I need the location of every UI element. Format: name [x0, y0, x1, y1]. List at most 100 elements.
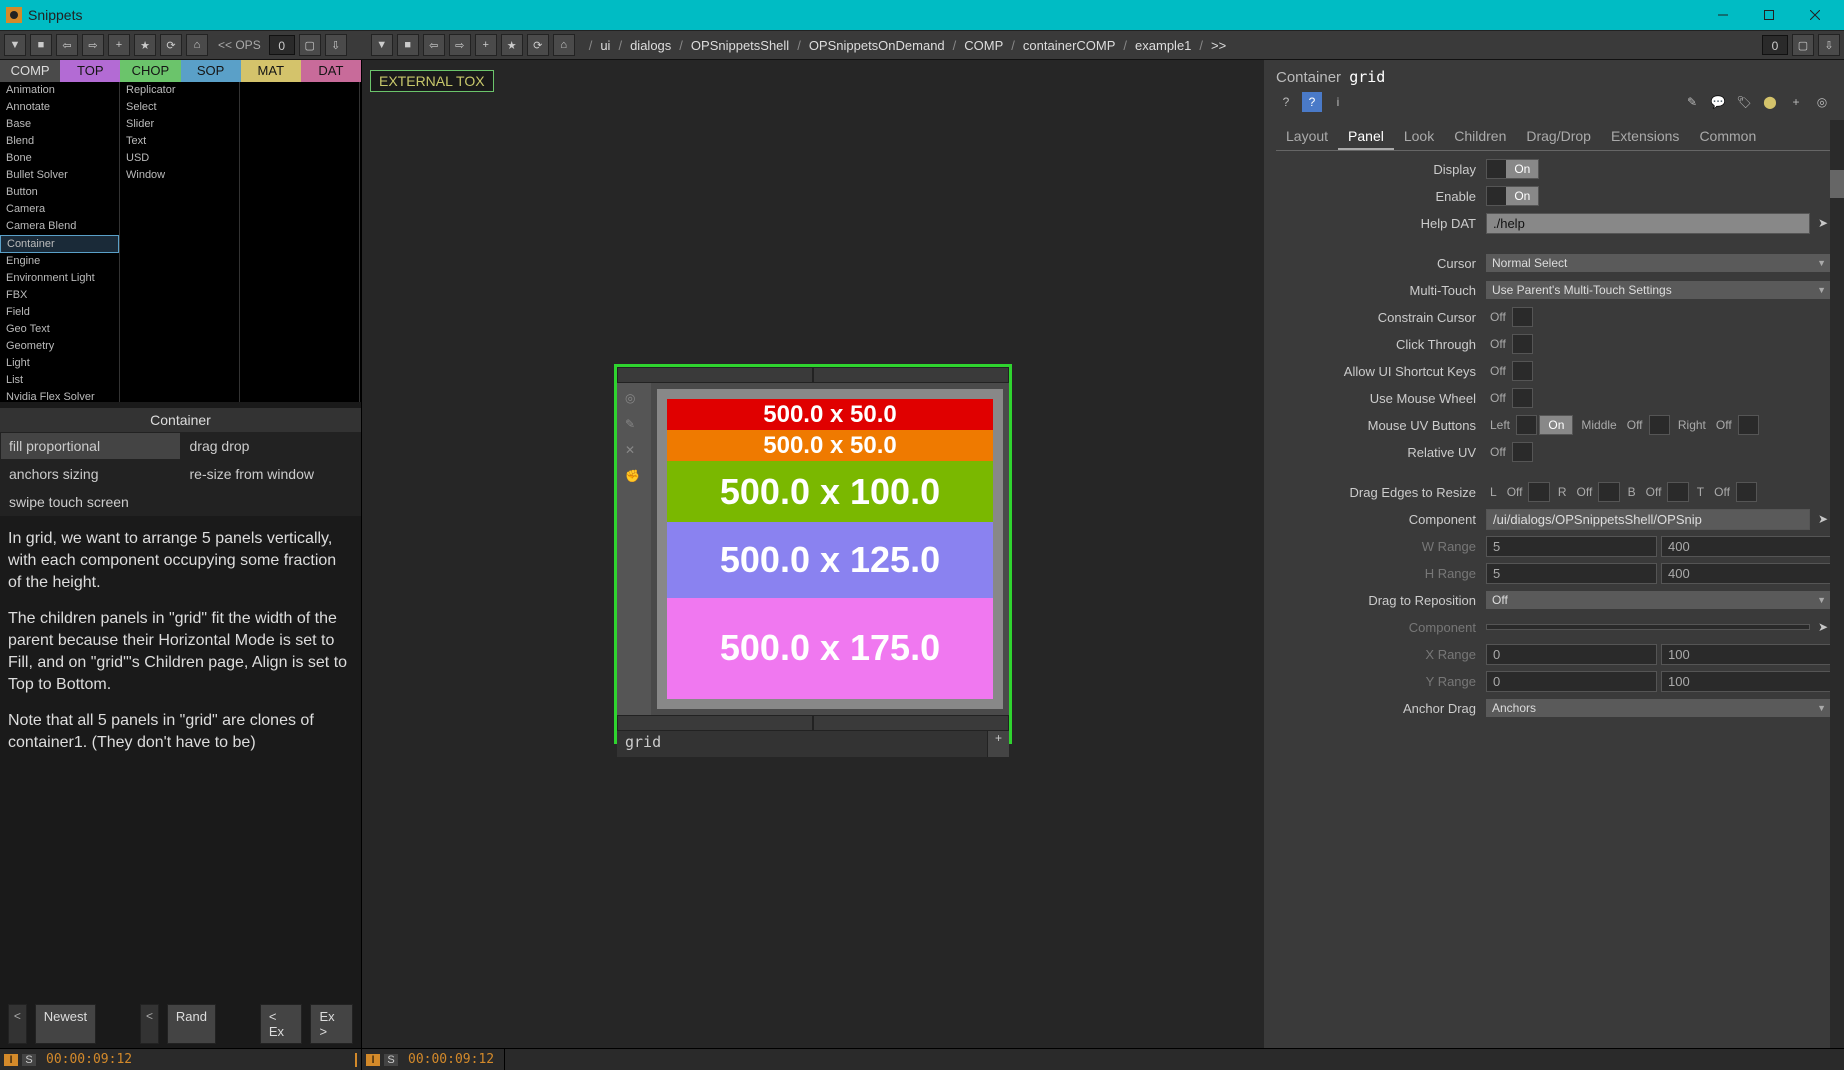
mousewheel-toggle[interactable]: Off [1486, 388, 1533, 408]
op-item[interactable]: Camera Blend [0, 218, 119, 235]
family-tab-sop[interactable]: SOP [181, 60, 241, 82]
down2-icon[interactable]: ⇩ [1818, 34, 1840, 56]
family-tab-mat[interactable]: MAT [241, 60, 301, 82]
minimize-button[interactable] [1700, 0, 1746, 30]
op-item[interactable]: Blend [0, 133, 119, 150]
op-item[interactable]: Slider [120, 116, 239, 133]
op-item[interactable]: Camera [0, 201, 119, 218]
hand-icon[interactable]: ✊ [625, 469, 643, 487]
dragedge-r-toggle[interactable]: ROff [1554, 482, 1620, 502]
target-param-icon[interactable]: ◎ [1812, 92, 1832, 112]
yrange-b[interactable]: 100 [1661, 671, 1832, 692]
stop-icon[interactable]: ■ [30, 34, 52, 56]
param-tab-look[interactable]: Look [1394, 124, 1444, 150]
edit-icon[interactable]: ✎ [625, 417, 643, 435]
display-toggle[interactable]: On [1486, 159, 1539, 179]
yrange-a[interactable]: 0 [1486, 671, 1657, 692]
clickthrough-toggle[interactable]: Off [1486, 334, 1533, 354]
star2-icon[interactable]: ★ [501, 34, 523, 56]
status-S[interactable]: S [22, 1054, 36, 1066]
pencil-icon[interactable]: ✎ [1682, 92, 1702, 112]
crumb-item[interactable]: OPSnippetsShell [687, 38, 793, 53]
op-item[interactable]: Window [120, 167, 239, 184]
param-tab-children[interactable]: Children [1444, 124, 1516, 150]
helpdat-input[interactable]: ./help [1486, 213, 1810, 234]
newest-button[interactable]: Newest [35, 1004, 96, 1044]
enable-toggle[interactable]: On [1486, 186, 1539, 206]
target-icon[interactable]: ◎ [625, 391, 643, 409]
op-item[interactable]: Select [120, 99, 239, 116]
crumb-item[interactable]: containerCOMP [1019, 38, 1119, 53]
op-item[interactable]: Engine [0, 253, 119, 270]
scrollbar-track[interactable] [1830, 120, 1844, 1048]
op-item[interactable]: Bone [0, 150, 119, 167]
op-item[interactable]: Geometry [0, 338, 119, 355]
op-item[interactable]: Base [0, 116, 119, 133]
crumb-item[interactable]: example1 [1131, 38, 1195, 53]
example-item[interactable]: re-size from window [181, 460, 362, 488]
home-icon[interactable]: ⌂ [186, 34, 208, 56]
shortcut-toggle[interactable]: Off [1486, 361, 1533, 381]
rotate-icon[interactable]: ⟳ [160, 34, 182, 56]
op-item[interactable]: FBX [0, 287, 119, 304]
op-item[interactable]: USD [120, 150, 239, 167]
network-view[interactable]: EXTERNAL TOX ◎ ✎ ✕ ✊ 500.0 x 50.0500.0 x… [362, 60, 1264, 1048]
close-button[interactable] [1792, 0, 1838, 30]
next-example-button[interactable]: Ex > [310, 1004, 353, 1044]
anchordrag-dropdown[interactable]: Anchors [1486, 699, 1832, 717]
op-item[interactable]: Button [0, 184, 119, 201]
mouseuv-middle-toggle[interactable]: MiddleOff [1577, 415, 1670, 435]
op-item[interactable]: Environment Light [0, 270, 119, 287]
forward2-icon[interactable]: ⇨ [449, 34, 471, 56]
family-tab-comp[interactable]: COMP [0, 60, 60, 82]
help2-icon[interactable]: ? [1302, 92, 1322, 112]
plus-param-icon[interactable]: + [1786, 92, 1806, 112]
back-icon[interactable]: ⇦ [56, 34, 78, 56]
wrange-a[interactable]: 5 [1486, 536, 1657, 557]
example-item[interactable]: swipe touch screen [0, 488, 181, 516]
crumb-item[interactable]: OPSnippetsOnDemand [805, 38, 949, 53]
collapse2-icon[interactable]: ▢ [1792, 34, 1814, 56]
op-item[interactable]: Geo Text [0, 321, 119, 338]
wrange-b[interactable]: 400 [1661, 536, 1832, 557]
status-S-2[interactable]: S [384, 1054, 398, 1066]
relativeuv-toggle[interactable]: Off [1486, 442, 1533, 462]
constrain-toggle[interactable]: Off [1486, 307, 1533, 327]
close-icon[interactable]: ✕ [625, 443, 643, 461]
param-tab-dragdrop[interactable]: Drag/Drop [1516, 124, 1601, 150]
home2-icon[interactable]: ⌂ [553, 34, 575, 56]
crumb-item[interactable]: dialogs [626, 38, 675, 53]
dragedge-t-toggle[interactable]: TOff [1693, 482, 1757, 502]
plus2-icon[interactable]: + [475, 34, 497, 56]
family-tab-top[interactable]: TOP [60, 60, 120, 82]
op-item[interactable]: Replicator [120, 82, 239, 99]
op-item[interactable]: Annotate [0, 99, 119, 116]
nav-prev-chevron[interactable]: < [8, 1004, 27, 1044]
crumb-item[interactable]: ui [596, 38, 614, 53]
op-item[interactable]: Light [0, 355, 119, 372]
crumb-item[interactable]: COMP [960, 38, 1007, 53]
param-tab-extensions[interactable]: Extensions [1601, 124, 1689, 150]
rand-button[interactable]: Rand [167, 1004, 216, 1044]
hrange-a[interactable]: 5 [1486, 563, 1657, 584]
family-tab-dat[interactable]: DAT [301, 60, 361, 82]
crumb-item[interactable]: >> [1207, 38, 1230, 53]
example-item[interactable]: anchors sizing [0, 460, 181, 488]
status-I-2[interactable]: I [366, 1054, 380, 1066]
component-input[interactable]: /ui/dialogs/OPSnippetsShell/OPSnip [1486, 509, 1810, 530]
family-tab-chop[interactable]: CHOP [120, 60, 180, 82]
example-item[interactable]: fill proportional [0, 432, 181, 460]
multitouch-dropdown[interactable]: Use Parent's Multi-Touch Settings [1486, 281, 1832, 299]
comment-icon[interactable]: 💬 [1708, 92, 1728, 112]
op-item[interactable]: Animation [0, 82, 119, 99]
stop2-icon[interactable]: ■ [397, 34, 419, 56]
cursor-dropdown[interactable]: Normal Select [1486, 254, 1832, 272]
hrange-b[interactable]: 400 [1661, 563, 1832, 584]
dropdown2-icon[interactable]: ▼ [371, 34, 393, 56]
breadcrumb[interactable]: /ui/dialogs/OPSnippetsShell/OPSnippetsOn… [579, 38, 1758, 53]
dragedge-b-toggle[interactable]: BOff [1624, 482, 1689, 502]
tag-icon[interactable]: 🏷 [1734, 92, 1754, 112]
mouseuv-left-toggle[interactable]: Left On [1486, 415, 1573, 435]
collapse-icon[interactable]: ▢ [299, 34, 321, 56]
forward-icon[interactable]: ⇨ [82, 34, 104, 56]
